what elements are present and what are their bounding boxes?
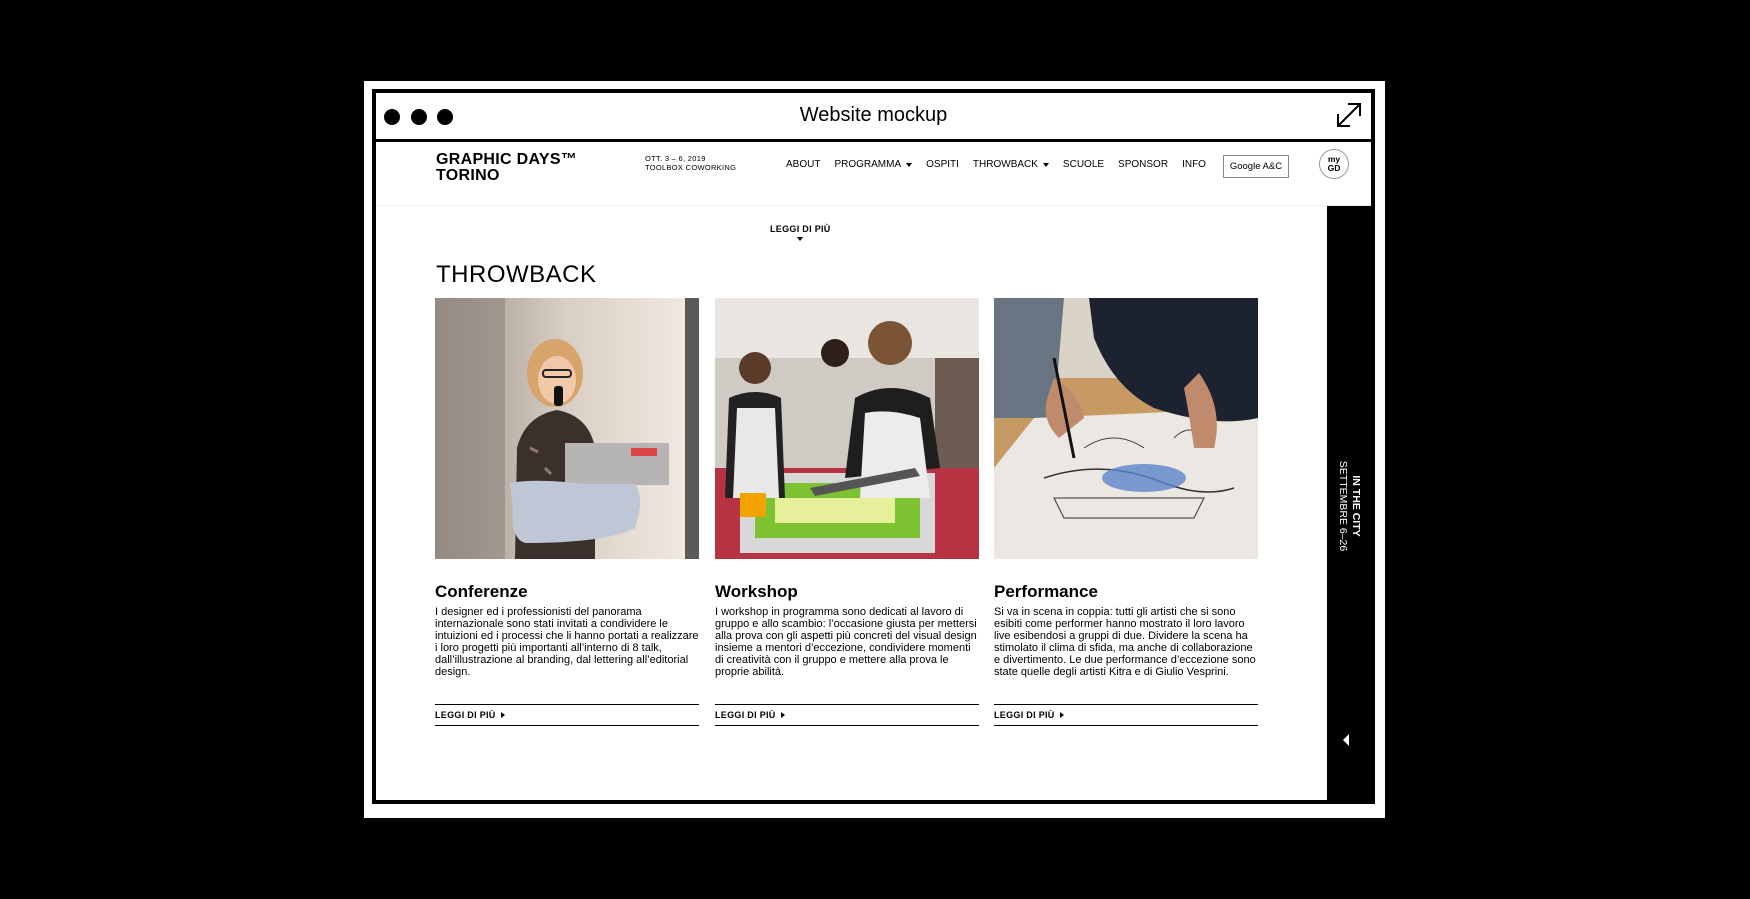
read-more-top-link[interactable]: LEGGI DI PIÙ bbox=[770, 224, 831, 241]
caret-right-icon bbox=[500, 712, 505, 718]
side-panel-dates: SETTEMBRE 6–26 bbox=[1337, 460, 1349, 552]
site-logo[interactable]: GRAPHIC DAYS™ TORINO bbox=[436, 152, 577, 184]
performance-photo[interactable] bbox=[994, 298, 1258, 559]
caret-down-icon bbox=[1042, 162, 1049, 167]
card-text: I designer ed i professionisti del panor… bbox=[435, 606, 699, 679]
card-text: I workshop in programma sono dedicati al… bbox=[715, 606, 977, 679]
nav-item-sponsor[interactable]: SPONSOR bbox=[1118, 159, 1168, 170]
read-more-link[interactable]: LEGGI DI PIÙ bbox=[435, 704, 699, 726]
card-title: Performance bbox=[994, 582, 1098, 601]
window-title: Website mockup bbox=[799, 104, 948, 126]
nav-item-throwback[interactable]: THROWBACK bbox=[973, 159, 1049, 170]
expand-icon[interactable] bbox=[1335, 101, 1363, 129]
read-more-label: LEGGI DI PIÙ bbox=[994, 710, 1055, 720]
read-more-label: LEGGI DI PIÙ bbox=[715, 710, 776, 720]
nav-label: ABOUT bbox=[786, 159, 821, 170]
card-title: Conferenze bbox=[435, 582, 528, 601]
card-performance: Performance Si va in scena in coppia: tu… bbox=[994, 298, 1258, 726]
caret-right-icon bbox=[780, 712, 785, 718]
nav-label: THROWBACK bbox=[972, 159, 1038, 170]
nav-label: SPONSOR bbox=[1118, 159, 1169, 170]
event-info: OTT. 3 – 6, 2019 TOOLBOX COWORKING bbox=[645, 154, 737, 172]
side-panel[interactable]: IN THE CITY SETTEMBRE 6–26 bbox=[1327, 206, 1371, 800]
caret-down-icon bbox=[906, 162, 913, 167]
nav-label: SCUOLE bbox=[1062, 159, 1105, 170]
read-more-label: LEGGI DI PIÙ bbox=[435, 710, 496, 720]
website: GRAPHIC DAYS™ TORINO OTT. 3 – 6, 2019 TO… bbox=[376, 142, 1371, 800]
event-venue: TOOLBOX COWORKING bbox=[645, 162, 737, 172]
window-titlebar: Website mockup bbox=[376, 93, 1371, 142]
nav-label: OSPITI bbox=[926, 159, 959, 170]
mygd-button[interactable]: my GD bbox=[1319, 149, 1349, 179]
read-more-link[interactable]: LEGGI DI PIÙ bbox=[715, 704, 979, 726]
nav-item-scuole[interactable]: SCUOLE bbox=[1063, 159, 1104, 170]
card-text: Si va in scena in coppia: tutti gli arti… bbox=[994, 606, 1256, 679]
nav-label: PROGRAMMA bbox=[834, 159, 902, 170]
google-button[interactable]: Google A&C bbox=[1223, 155, 1289, 178]
section-title: THROWBACK bbox=[436, 261, 597, 288]
nav-label: INFO bbox=[1182, 159, 1206, 170]
nav-item-about[interactable]: ABOUT bbox=[786, 159, 820, 170]
caret-down-icon bbox=[797, 237, 804, 241]
read-more-link[interactable]: LEGGI DI PIÙ bbox=[994, 704, 1258, 726]
side-panel-title: IN THE CITY bbox=[1350, 475, 1362, 537]
conference-photo[interactable] bbox=[435, 298, 699, 559]
nav-item-info[interactable]: INFO bbox=[1182, 159, 1206, 170]
mygd-line-2: GD bbox=[1327, 163, 1341, 173]
workshop-photo[interactable] bbox=[715, 298, 979, 559]
browser-window: Website mockup GRAPHIC DAYS™ TORINO OTT.… bbox=[372, 89, 1375, 804]
nav-item-programma[interactable]: PROGRAMMA bbox=[834, 159, 913, 170]
main-nav: ABOUT PROGRAMMA OSPITI THROWBACK SCUOLE … bbox=[786, 159, 1220, 170]
logo-line-2: TORINO bbox=[436, 167, 500, 184]
site-header: GRAPHIC DAYS™ TORINO OTT. 3 – 6, 2019 TO… bbox=[376, 142, 1371, 206]
caret-right-icon bbox=[1059, 712, 1064, 718]
read-more-label: LEGGI DI PIÙ bbox=[770, 224, 831, 234]
card-conferenze: Conferenze I designer ed i professionist… bbox=[435, 298, 699, 726]
card-title: Workshop bbox=[715, 582, 798, 601]
side-panel-text: IN THE CITY SETTEMBRE 6–26 bbox=[1336, 461, 1362, 551]
card-workshop: Workshop I workshop in programma sono de… bbox=[715, 298, 979, 726]
arrow-left-icon[interactable] bbox=[1343, 734, 1349, 746]
nav-item-ospiti[interactable]: OSPITI bbox=[926, 159, 959, 170]
logo-line-1: GRAPHIC DAYS™ bbox=[436, 151, 578, 168]
